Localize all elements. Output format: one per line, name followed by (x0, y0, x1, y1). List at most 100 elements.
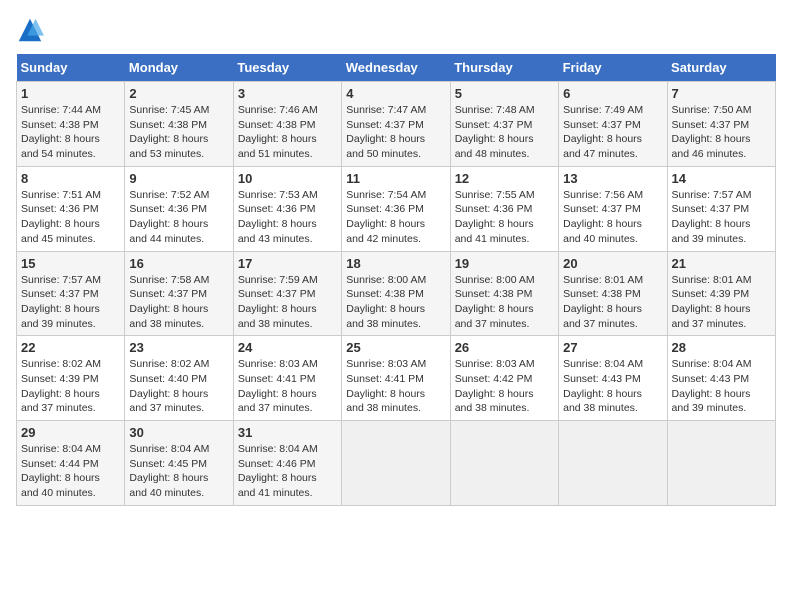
calendar-cell: 29 Sunrise: 8:04 AMSunset: 4:44 PMDayligh… (17, 421, 125, 506)
header-row: SundayMondayTuesdayWednesdayThursdayFrid… (17, 54, 776, 82)
day-number: 29 (21, 425, 120, 440)
calendar-cell (342, 421, 450, 506)
day-header-sunday: Sunday (17, 54, 125, 82)
calendar-cell: 11 Sunrise: 7:54 AMSunset: 4:36 PMDayligh… (342, 166, 450, 251)
day-number: 27 (563, 340, 662, 355)
cell-content: Sunrise: 7:52 AMSunset: 4:36 PMDaylight:… (129, 188, 228, 247)
day-number: 16 (129, 256, 228, 271)
calendar-cell: 12 Sunrise: 7:55 AMSunset: 4:36 PMDayligh… (450, 166, 558, 251)
cell-content: Sunrise: 7:48 AMSunset: 4:37 PMDaylight:… (455, 103, 554, 162)
cell-content: Sunrise: 7:54 AMSunset: 4:36 PMDaylight:… (346, 188, 445, 247)
cell-content: Sunrise: 7:50 AMSunset: 4:37 PMDaylight:… (672, 103, 771, 162)
day-number: 24 (238, 340, 337, 355)
day-number: 22 (21, 340, 120, 355)
day-number: 23 (129, 340, 228, 355)
cell-content: Sunrise: 8:00 AMSunset: 4:38 PMDaylight:… (455, 273, 554, 332)
day-number: 21 (672, 256, 771, 271)
day-number: 9 (129, 171, 228, 186)
cell-content: Sunrise: 8:02 AMSunset: 4:40 PMDaylight:… (129, 357, 228, 416)
calendar-cell: 6 Sunrise: 7:49 AMSunset: 4:37 PMDaylight… (559, 82, 667, 167)
cell-content: Sunrise: 7:47 AMSunset: 4:37 PMDaylight:… (346, 103, 445, 162)
calendar-cell: 17 Sunrise: 7:59 AMSunset: 4:37 PMDayligh… (233, 251, 341, 336)
day-number: 14 (672, 171, 771, 186)
day-number: 8 (21, 171, 120, 186)
calendar-cell (667, 421, 775, 506)
calendar-cell: 24 Sunrise: 8:03 AMSunset: 4:41 PMDayligh… (233, 336, 341, 421)
day-header-thursday: Thursday (450, 54, 558, 82)
day-number: 13 (563, 171, 662, 186)
calendar-cell (450, 421, 558, 506)
cell-content: Sunrise: 7:56 AMSunset: 4:37 PMDaylight:… (563, 188, 662, 247)
week-row-2: 8Sunrise: 7:51 AMSunset: 4:36 PMDaylight… (17, 166, 776, 251)
day-number: 11 (346, 171, 445, 186)
day-number: 6 (563, 86, 662, 101)
day-number: 12 (455, 171, 554, 186)
calendar-cell: 7 Sunrise: 7:50 AMSunset: 4:37 PMDaylight… (667, 82, 775, 167)
calendar-cell: 3 Sunrise: 7:46 AMSunset: 4:38 PMDaylight… (233, 82, 341, 167)
calendar-cell: 14Sunrise: 7:57 AMSunset: 4:37 PMDayligh… (667, 166, 775, 251)
cell-content: Sunrise: 8:03 AMSunset: 4:41 PMDaylight:… (346, 357, 445, 416)
day-number: 30 (129, 425, 228, 440)
day-number: 31 (238, 425, 337, 440)
cell-content: Sunrise: 7:49 AMSunset: 4:37 PMDaylight:… (563, 103, 662, 162)
day-number: 25 (346, 340, 445, 355)
calendar-cell: 18 Sunrise: 8:00 AMSunset: 4:38 PMDayligh… (342, 251, 450, 336)
calendar-cell: 10 Sunrise: 7:53 AMSunset: 4:36 PMDayligh… (233, 166, 341, 251)
cell-content: Sunrise: 7:46 AMSunset: 4:38 PMDaylight:… (238, 103, 337, 162)
calendar-cell: 31 Sunrise: 8:04 AMSunset: 4:46 PMDayligh… (233, 421, 341, 506)
day-header-wednesday: Wednesday (342, 54, 450, 82)
cell-content: Sunrise: 8:04 AMSunset: 4:43 PMDaylight:… (563, 357, 662, 416)
day-number: 19 (455, 256, 554, 271)
cell-content: Sunrise: 8:01 AMSunset: 4:38 PMDaylight:… (563, 273, 662, 332)
day-header-monday: Monday (125, 54, 233, 82)
day-number: 10 (238, 171, 337, 186)
cell-content: Sunrise: 8:04 AMSunset: 4:45 PMDaylight:… (129, 442, 228, 501)
cell-content: Sunrise: 8:02 AMSunset: 4:39 PMDaylight:… (21, 357, 120, 416)
calendar-cell: 9 Sunrise: 7:52 AMSunset: 4:36 PMDaylight… (125, 166, 233, 251)
cell-content: Sunrise: 7:59 AMSunset: 4:37 PMDaylight:… (238, 273, 337, 332)
cell-content: Sunrise: 7:57 AMSunset: 4:37 PMDaylight:… (21, 273, 120, 332)
logo-icon (16, 16, 44, 44)
day-number: 17 (238, 256, 337, 271)
cell-content: Sunrise: 8:04 AMSunset: 4:43 PMDaylight:… (672, 357, 771, 416)
day-number: 7 (672, 86, 771, 101)
calendar-cell: 28 Sunrise: 8:04 AMSunset: 4:43 PMDayligh… (667, 336, 775, 421)
calendar-cell: 22 Sunrise: 8:02 AMSunset: 4:39 PMDayligh… (17, 336, 125, 421)
week-row-3: 15Sunrise: 7:57 AMSunset: 4:37 PMDayligh… (17, 251, 776, 336)
cell-content: Sunrise: 7:53 AMSunset: 4:36 PMDaylight:… (238, 188, 337, 247)
cell-content: Sunrise: 7:44 AMSunset: 4:38 PMDaylight:… (21, 103, 120, 162)
logo (16, 16, 48, 44)
day-number: 4 (346, 86, 445, 101)
calendar-cell: 13 Sunrise: 7:56 AMSunset: 4:37 PMDayligh… (559, 166, 667, 251)
cell-content: Sunrise: 8:04 AMSunset: 4:44 PMDaylight:… (21, 442, 120, 501)
cell-content: Sunrise: 7:55 AMSunset: 4:36 PMDaylight:… (455, 188, 554, 247)
calendar-cell: 4 Sunrise: 7:47 AMSunset: 4:37 PMDaylight… (342, 82, 450, 167)
calendar-cell: 15Sunrise: 7:57 AMSunset: 4:37 PMDayligh… (17, 251, 125, 336)
day-number: 20 (563, 256, 662, 271)
day-number: 18 (346, 256, 445, 271)
calendar-cell: 5 Sunrise: 7:48 AMSunset: 4:37 PMDaylight… (450, 82, 558, 167)
day-number: 2 (129, 86, 228, 101)
calendar-cell: 23 Sunrise: 8:02 AMSunset: 4:40 PMDayligh… (125, 336, 233, 421)
cell-content: Sunrise: 8:04 AMSunset: 4:46 PMDaylight:… (238, 442, 337, 501)
cell-content: Sunrise: 8:00 AMSunset: 4:38 PMDaylight:… (346, 273, 445, 332)
cell-content: Sunrise: 7:58 AMSunset: 4:37 PMDaylight:… (129, 273, 228, 332)
calendar-cell: 1Sunrise: 7:44 AMSunset: 4:38 PMDaylight… (17, 82, 125, 167)
calendar-cell: 2Sunrise: 7:45 AMSunset: 4:38 PMDaylight… (125, 82, 233, 167)
day-header-saturday: Saturday (667, 54, 775, 82)
day-number: 28 (672, 340, 771, 355)
cell-content: Sunrise: 8:03 AMSunset: 4:41 PMDaylight:… (238, 357, 337, 416)
cell-content: Sunrise: 8:01 AMSunset: 4:39 PMDaylight:… (672, 273, 771, 332)
day-number: 3 (238, 86, 337, 101)
calendar-cell: 19 Sunrise: 8:00 AMSunset: 4:38 PMDayligh… (450, 251, 558, 336)
calendar-cell: 30 Sunrise: 8:04 AMSunset: 4:45 PMDayligh… (125, 421, 233, 506)
calendar-cell: 20 Sunrise: 8:01 AMSunset: 4:38 PMDayligh… (559, 251, 667, 336)
calendar-cell: 25 Sunrise: 8:03 AMSunset: 4:41 PMDayligh… (342, 336, 450, 421)
cell-content: Sunrise: 8:03 AMSunset: 4:42 PMDaylight:… (455, 357, 554, 416)
header (16, 16, 776, 44)
day-number: 5 (455, 86, 554, 101)
calendar-table: SundayMondayTuesdayWednesdayThursdayFrid… (16, 54, 776, 506)
week-row-1: 1Sunrise: 7:44 AMSunset: 4:38 PMDaylight… (17, 82, 776, 167)
calendar-cell: 21 Sunrise: 8:01 AMSunset: 4:39 PMDayligh… (667, 251, 775, 336)
day-header-tuesday: Tuesday (233, 54, 341, 82)
